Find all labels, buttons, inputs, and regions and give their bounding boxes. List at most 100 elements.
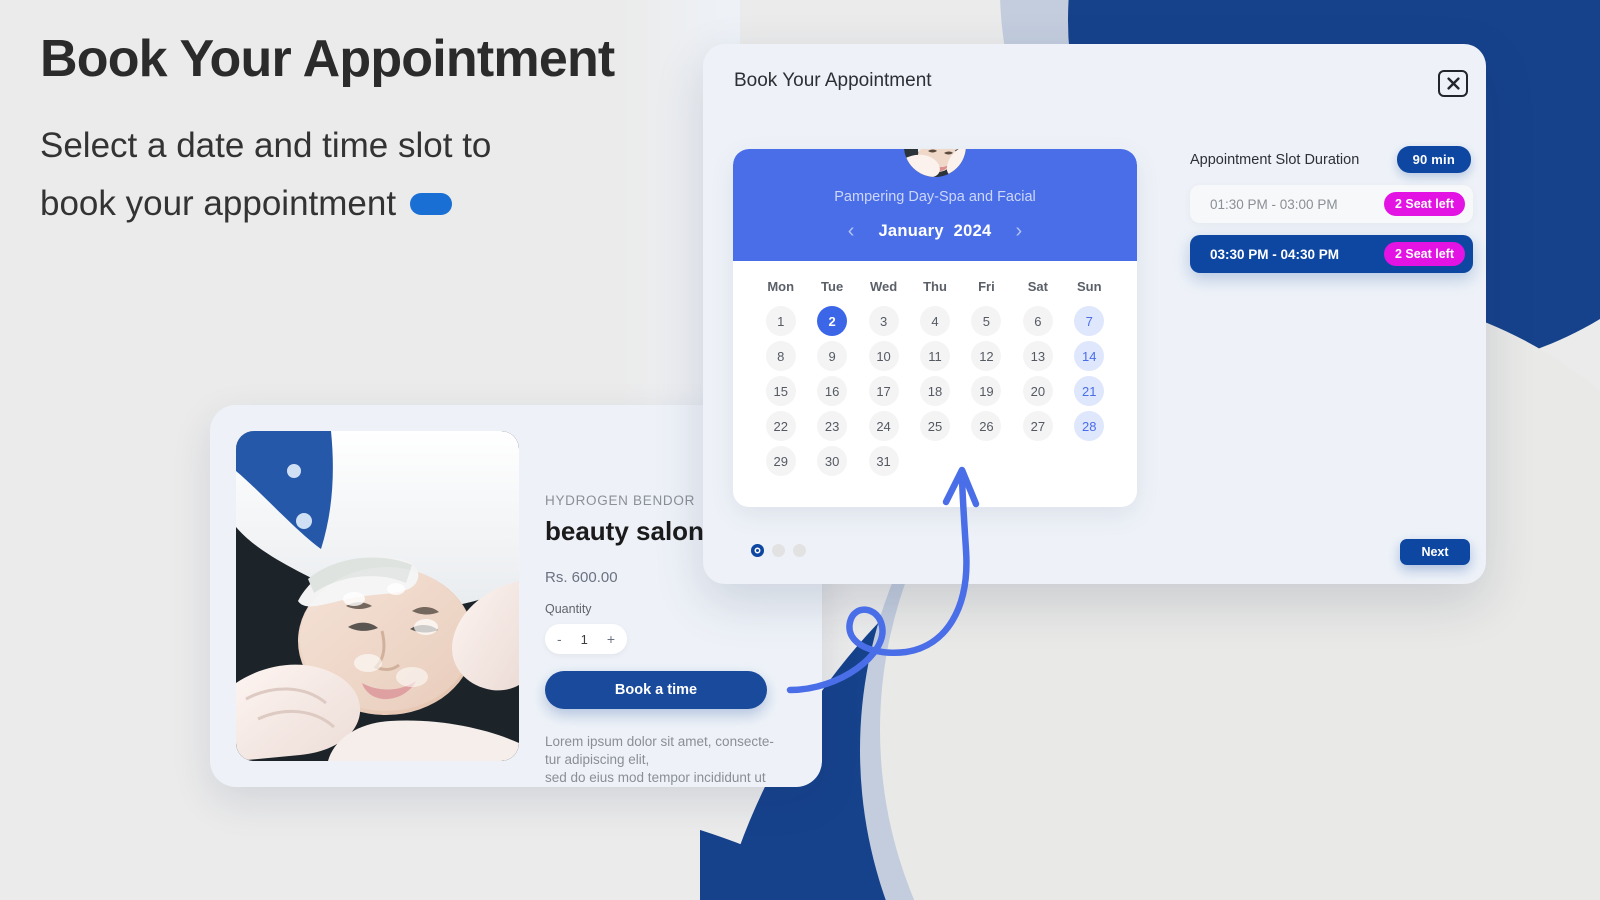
calendar-day-27[interactable]: 27 xyxy=(1022,411,1053,441)
quantity-increment-button[interactable]: + xyxy=(607,632,615,646)
slot-duration-row: Appointment Slot Duration 90 min xyxy=(1190,146,1473,173)
calendar-cell: 12 xyxy=(961,341,1012,371)
time-slot-option[interactable]: 01:30 PM - 03:00 PM 2 Seat left xyxy=(1190,185,1473,223)
hero-subtitle: Select a date and time slot to book your… xyxy=(40,117,540,233)
seats-left-badge: 2 Seat left xyxy=(1383,242,1465,266)
calendar-day-2[interactable]: 2 xyxy=(817,306,848,336)
time-slot-time: 01:30 PM - 03:00 PM xyxy=(1210,196,1338,212)
calendar-cell xyxy=(1064,446,1115,476)
calendar-day-15[interactable]: 15 xyxy=(765,376,796,406)
calendar-cell xyxy=(909,446,960,476)
calendar-day-31[interactable]: 31 xyxy=(868,446,899,476)
calendar-month-nav: ‹ January 2024 › xyxy=(733,221,1137,241)
calendar-day-1[interactable]: 1 xyxy=(765,306,796,336)
book-a-time-button[interactable]: Book a time xyxy=(545,671,767,709)
calendar-day-29[interactable]: 29 xyxy=(765,446,796,476)
calendar-day-9[interactable]: 9 xyxy=(817,341,848,371)
calendar-day-25[interactable]: 25 xyxy=(919,411,950,441)
calendar-day-20[interactable]: 20 xyxy=(1022,376,1053,406)
chevron-left-icon[interactable]: ‹ xyxy=(846,221,857,241)
calendar-day-22[interactable]: 22 xyxy=(765,411,796,441)
calendar-week-row: 1234567 xyxy=(755,306,1115,336)
pagination-dot-1[interactable] xyxy=(751,544,764,557)
calendar-cell: 31 xyxy=(858,446,909,476)
calendar-weekday: Sat xyxy=(1027,279,1048,294)
time-slots-panel: Appointment Slot Duration 90 min 01:30 P… xyxy=(1190,146,1473,273)
calendar-day-16[interactable]: 16 xyxy=(817,376,848,406)
calendar-cell: 1 xyxy=(755,306,806,336)
chevron-right-icon[interactable]: › xyxy=(1014,221,1025,241)
next-button[interactable]: Next xyxy=(1400,539,1470,565)
calendar-day-28[interactable]: 28 xyxy=(1074,411,1105,441)
calendar-cell: 16 xyxy=(806,376,857,406)
calendar-cell xyxy=(961,446,1012,476)
calendar-cell: 29 xyxy=(755,446,806,476)
pagination-dot-3[interactable] xyxy=(793,544,806,557)
time-slot-option[interactable]: 03:30 PM - 04:30 PM 2 Seat left xyxy=(1190,235,1473,273)
calendar-day-23[interactable]: 23 xyxy=(817,411,848,441)
calendar-cell: 25 xyxy=(909,411,960,441)
calendar-cell: 3 xyxy=(858,306,909,336)
calendar-day-empty xyxy=(1023,446,1053,476)
calendar-cell: 6 xyxy=(1012,306,1063,336)
time-slot-list: 01:30 PM - 03:00 PM 2 Seat left 03:30 PM -… xyxy=(1190,185,1473,273)
calendar-day-24[interactable]: 24 xyxy=(868,411,899,441)
calendar-cell: 20 xyxy=(1012,376,1063,406)
close-icon[interactable] xyxy=(1438,70,1468,97)
calendar-day-21[interactable]: 21 xyxy=(1074,376,1105,406)
calendar-cell: 18 xyxy=(909,376,960,406)
quantity-stepper[interactable]: - 1 + xyxy=(545,624,627,654)
calendar-day-5[interactable]: 5 xyxy=(971,306,1002,336)
calendar-cell: 17 xyxy=(858,376,909,406)
calendar-cell: 26 xyxy=(961,411,1012,441)
calendar-day-8[interactable]: 8 xyxy=(765,341,796,371)
calendar-day-10[interactable]: 10 xyxy=(868,341,899,371)
calendar-cell: 11 xyxy=(909,341,960,371)
calendar-weekday: Wed xyxy=(869,279,898,294)
product-description: Lorem ipsum dolor sit amet, consecte- tu… xyxy=(545,734,774,785)
calendar-cell: 9 xyxy=(806,341,857,371)
calendar-body: Mon Tue Wed Thu Fri Sat Sun 1 2 3 4 5 6 7 8 9 10 11 12 13 1… xyxy=(733,261,1137,507)
calendar-week-row: 8 9 10 11 12 13 14 xyxy=(755,341,1115,371)
calendar-widget: Pampering Day-Spa and Facial ‹ January 2… xyxy=(733,149,1137,507)
calendar-day-19[interactable]: 19 xyxy=(971,376,1002,406)
calendar-day-3[interactable]: 3 xyxy=(868,306,899,336)
calendar-cell: 7 xyxy=(1064,306,1115,336)
pagination-dot-2[interactable] xyxy=(772,544,785,557)
calendar-cell: 22 xyxy=(755,411,806,441)
quantity-label: Quantity xyxy=(545,602,592,616)
calendar-day-6[interactable]: 6 xyxy=(1022,306,1053,336)
calendar-day-26[interactable]: 26 xyxy=(971,411,1002,441)
quantity-decrement-button[interactable]: - xyxy=(557,632,562,646)
calendar-month: January xyxy=(878,221,944,240)
calendar-cell: 27 xyxy=(1012,411,1063,441)
calendar-weekday: Thu xyxy=(923,279,947,294)
calendar-day-17[interactable]: 17 xyxy=(868,376,899,406)
calendar-day-14[interactable]: 14 xyxy=(1074,341,1105,371)
calendar-day-4[interactable]: 4 xyxy=(919,306,950,336)
calendar-day-11[interactable]: 11 xyxy=(919,341,950,371)
calendar-cell: 28 xyxy=(1064,411,1115,441)
booking-modal: Book Your Appointment Pampering Day-Spa … xyxy=(703,44,1486,584)
calendar-weekday: Mon xyxy=(767,279,795,294)
calendar-cell: 24 xyxy=(858,411,909,441)
calendar-day-7[interactable]: 7 xyxy=(1074,306,1105,336)
calendar-cell: 14 xyxy=(1064,341,1115,371)
calendar-cell: 10 xyxy=(858,341,909,371)
calendar-header: Pampering Day-Spa and Facial ‹ January 2… xyxy=(733,149,1137,261)
calendar-week-row: 29 30 31 xyxy=(755,446,1115,476)
calendar-day-empty xyxy=(1074,446,1104,476)
calendar-month-year: January 2024 xyxy=(878,222,991,241)
slot-duration-badge: 90 min xyxy=(1396,146,1471,173)
calendar-cell: 2 xyxy=(806,306,857,336)
pagination-dots xyxy=(751,544,806,557)
calendar-cell: 13 xyxy=(1012,341,1063,371)
calendar-cell: 4 xyxy=(909,306,960,336)
calendar-day-30[interactable]: 30 xyxy=(817,446,848,476)
quantity-value: 1 xyxy=(580,631,588,647)
calendar-day-13[interactable]: 13 xyxy=(1022,341,1053,371)
calendar-day-18[interactable]: 18 xyxy=(919,376,950,406)
calendar-day-12[interactable]: 12 xyxy=(971,341,1002,371)
calendar-year: 2024 xyxy=(953,221,992,240)
calendar-cell: 8 xyxy=(755,341,806,371)
